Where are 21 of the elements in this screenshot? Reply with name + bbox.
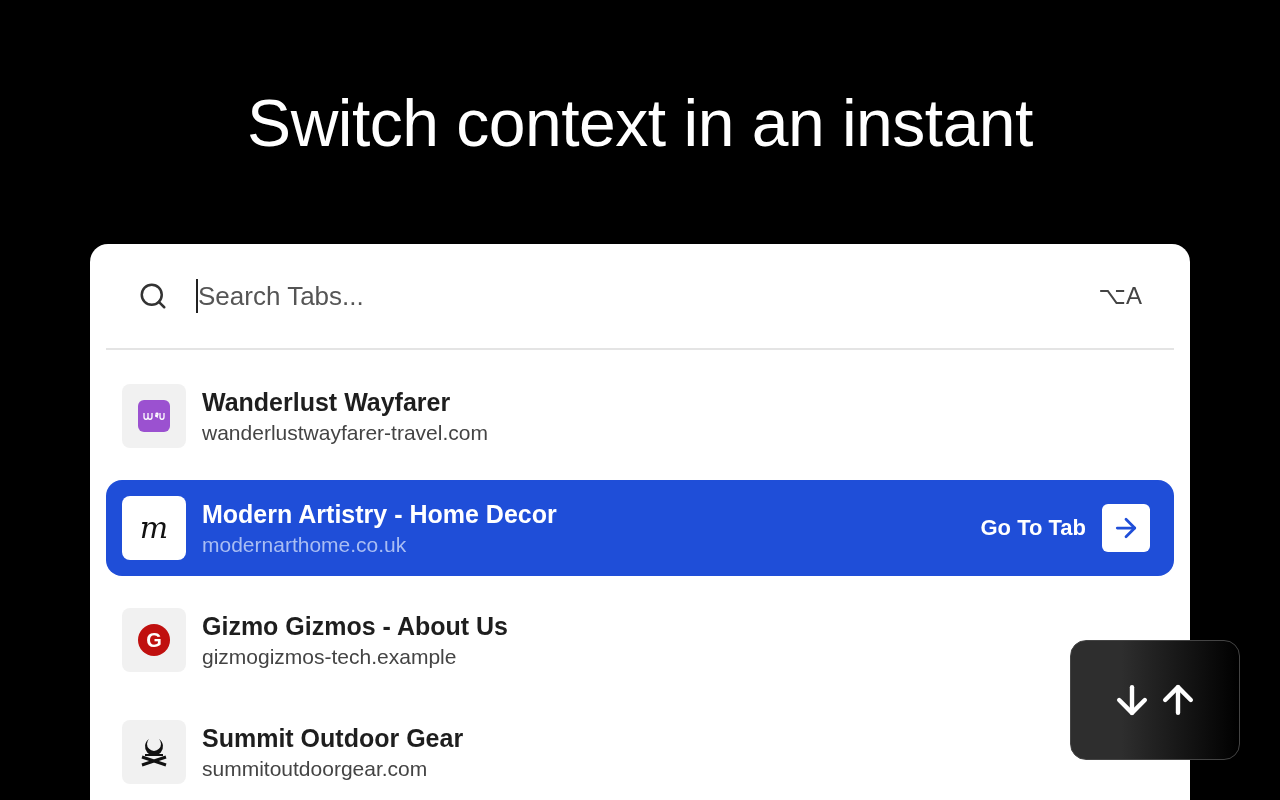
go-to-tab-button[interactable]: Go To Tab	[980, 504, 1150, 552]
search-icon	[138, 281, 168, 311]
logo-letter: m	[139, 513, 169, 543]
tab-title: Gizmo Gizmos - About Us	[202, 611, 510, 641]
tab-url: summitoutdoorgear.com	[202, 756, 429, 781]
headline: Switch context in an instant	[247, 85, 1033, 162]
tab-result-row[interactable]: G Gizmo Gizmos - About Us gizmogizmos-tech.example	[106, 592, 1174, 688]
text-cursor	[196, 279, 198, 313]
tab-title: Wanderlust Wayfarer	[202, 387, 452, 417]
shortcut-hint: ⌥A	[1098, 282, 1142, 310]
tab-result-row[interactable]: Summit Outdoor Gear summitoutdoorgear.com	[106, 704, 1174, 800]
tab-result-row[interactable]: m Modern Artistry - Home Decor modernarthome.co.uk Go To Tab	[106, 480, 1174, 576]
tab-title: Modern Artistry - Home Decor	[202, 499, 558, 529]
logo-badge: G	[138, 624, 170, 656]
tab-url: wanderlustwayfarer-travel.com	[202, 420, 489, 445]
tab-url: modernarthome.co.uk	[202, 532, 408, 557]
search-field[interactable]: Search Tabs...	[198, 280, 1071, 312]
tab-title: Summit Outdoor Gear	[202, 723, 465, 753]
arrow-right-icon	[1102, 504, 1150, 552]
tab-result-row[interactable]: Wanderlust Wayfarer wanderlustwayfarer-travel.com	[106, 368, 1174, 464]
tab-url: gizmogizmos-tech.example	[202, 644, 458, 669]
